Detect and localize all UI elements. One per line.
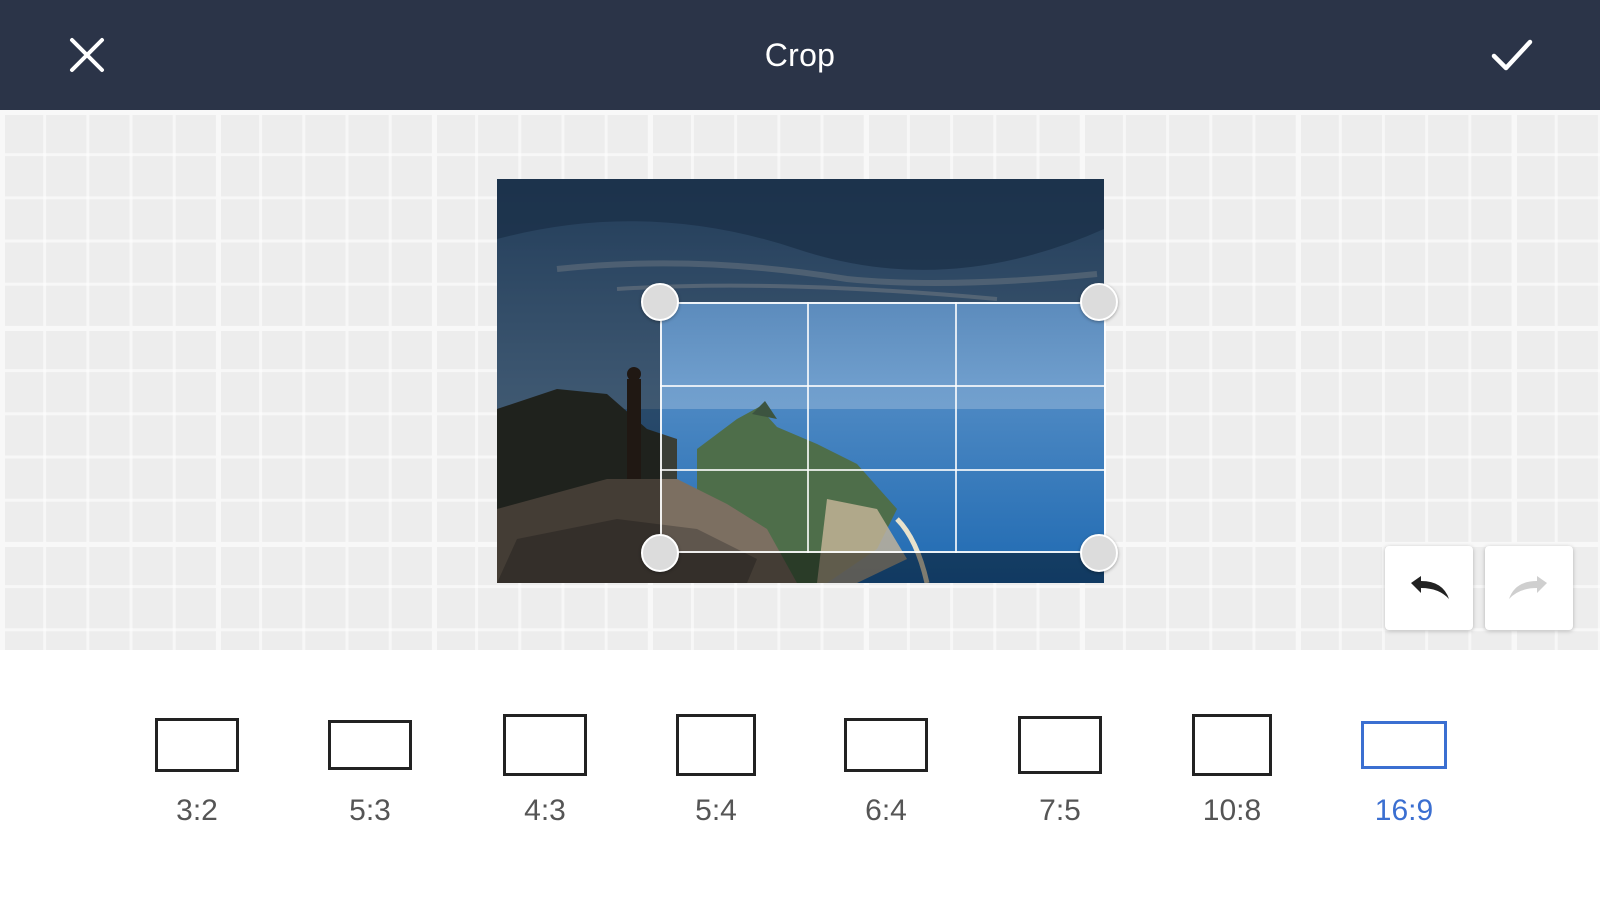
ratio-label: 5:3 bbox=[349, 794, 391, 827]
ratio-option-7-5[interactable]: 7:5 bbox=[1000, 710, 1120, 840]
ratio-option-16-9[interactable]: 16:9 bbox=[1344, 710, 1464, 840]
ratio-label: 4:3 bbox=[524, 794, 566, 827]
ratio-preview-icon bbox=[1018, 716, 1102, 774]
ratio-preview-icon bbox=[844, 718, 928, 772]
ratio-preview-icon bbox=[1192, 714, 1272, 776]
redo-button[interactable] bbox=[1485, 546, 1573, 630]
aspect-ratio-bar: 3:2 5:3 4:3 5:4 6:4 7:5 10:8 16:9 bbox=[0, 650, 1600, 900]
ratio-preview-icon bbox=[155, 718, 239, 772]
ratio-label: 6:4 bbox=[865, 794, 907, 827]
ratio-preview-icon bbox=[1361, 721, 1447, 769]
ratio-label: 16:9 bbox=[1374, 794, 1434, 827]
crop-handle-top-left[interactable] bbox=[641, 283, 679, 321]
ratio-label: 7:5 bbox=[1039, 794, 1081, 827]
ratio-preview-icon bbox=[676, 714, 756, 776]
ratio-option-4-3[interactable]: 4:3 bbox=[485, 710, 605, 840]
ratio-option-3-2[interactable]: 3:2 bbox=[137, 710, 257, 840]
ratio-option-10-8[interactable]: 10:8 bbox=[1172, 710, 1292, 840]
ratio-option-6-4[interactable]: 6:4 bbox=[826, 710, 946, 840]
close-button[interactable] bbox=[57, 25, 117, 85]
photo-preview[interactable] bbox=[497, 179, 1104, 583]
ratio-label: 3:2 bbox=[176, 794, 218, 827]
ratio-label: 10:8 bbox=[1202, 794, 1262, 827]
ratio-preview-icon bbox=[503, 714, 587, 776]
ratio-preview-icon bbox=[328, 720, 412, 770]
confirm-button[interactable] bbox=[1482, 25, 1542, 85]
undo-icon bbox=[1411, 576, 1449, 599]
crop-mask bbox=[497, 179, 1104, 583]
ratio-option-5-4[interactable]: 5:4 bbox=[656, 710, 776, 840]
crop-handle-bottom-right[interactable] bbox=[1080, 534, 1118, 572]
crop-handle-bottom-left[interactable] bbox=[641, 534, 679, 572]
ratio-label: 5:4 bbox=[695, 794, 737, 827]
top-bar: Crop bbox=[0, 0, 1600, 110]
ratio-option-5-3[interactable]: 5:3 bbox=[310, 710, 430, 840]
page-title: Crop bbox=[764, 36, 836, 73]
checkmark-icon bbox=[1491, 39, 1533, 71]
close-icon bbox=[70, 38, 104, 72]
redo-icon bbox=[1509, 576, 1547, 599]
undo-button[interactable] bbox=[1385, 546, 1473, 630]
crop-handle-top-right[interactable] bbox=[1080, 283, 1118, 321]
